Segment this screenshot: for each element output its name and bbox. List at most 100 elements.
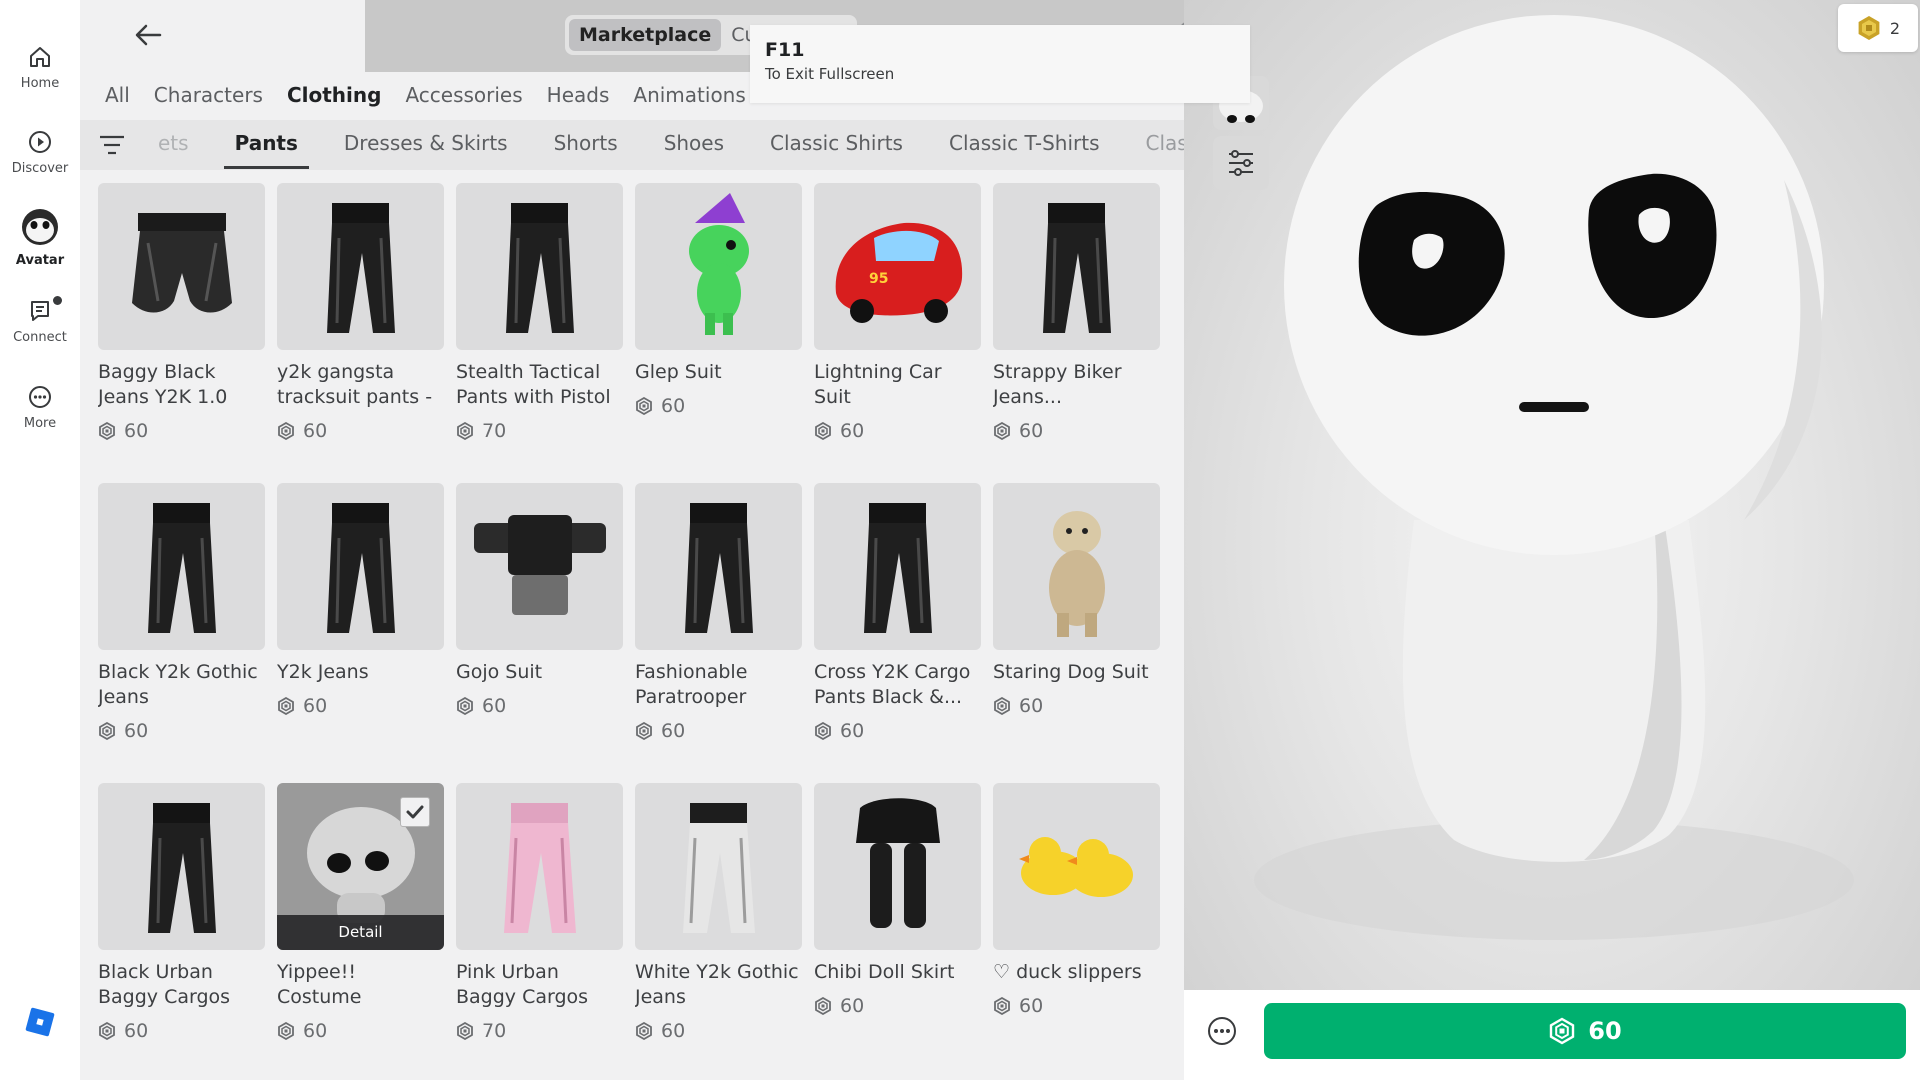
item-price-value: 60: [303, 420, 328, 442]
item-thumbnail[interactable]: [98, 783, 265, 950]
subtab-shoes[interactable]: Shoes: [641, 120, 747, 170]
item-thumbnail[interactable]: [635, 783, 802, 950]
item-name: Pink Urban Baggy Cargos: [456, 961, 589, 1008]
catalog-item[interactable]: ♡ duck slippers 60: [993, 783, 1160, 1080]
item-thumbnail[interactable]: Detail: [277, 783, 444, 950]
catalog-item[interactable]: Baggy Black Jeans Y2K 1.0 60: [98, 183, 265, 483]
item-name: White Y2k Gothic Jeans: [635, 961, 799, 1008]
nav-home[interactable]: Home: [0, 44, 80, 91]
catalog-item[interactable]: Strappy Biker Jeans... 60: [993, 183, 1160, 483]
subtab-jackets-partial[interactable]: ets: [143, 120, 212, 170]
catalog-item[interactable]: Y2k Jeans 60: [277, 483, 444, 783]
item-thumbnail[interactable]: [277, 483, 444, 650]
roblox-logo[interactable]: [24, 1006, 56, 1042]
nav-avatar[interactable]: Avatar: [0, 207, 80, 268]
ellipsis-icon: [1208, 1017, 1236, 1045]
catalog-item[interactable]: Stealth Tactical Pants with Pistol 70: [456, 183, 623, 483]
robux-icon: [457, 1022, 473, 1040]
arrow-left-icon: [135, 24, 162, 46]
back-button[interactable]: [128, 18, 168, 52]
nav-discover[interactable]: Discover: [0, 129, 80, 176]
catalog-item[interactable]: y2k gangsta tracksuit pants - 60: [277, 183, 444, 483]
item-thumbnail[interactable]: 95: [814, 183, 981, 350]
robux-icon: [278, 697, 294, 715]
catalog-item[interactable]: Black Urban Baggy Cargos 60: [98, 783, 265, 1080]
item-name: Fashionable Paratrooper: [635, 661, 748, 708]
nav-discover-label: Discover: [11, 161, 69, 176]
catalog-item[interactable]: Cross Y2K Cargo Pants Black &... 60: [814, 483, 981, 783]
robux-icon: [99, 722, 115, 740]
item-thumbnail[interactable]: [814, 483, 981, 650]
item-name: Cross Y2K Cargo Pants Black &...: [814, 661, 971, 708]
avatar-icon: [22, 209, 58, 245]
subtab-classic-pants-partial[interactable]: Classic Pa: [1123, 120, 1184, 170]
item-price: 70: [456, 420, 623, 442]
item-price-value: 60: [303, 1020, 328, 1042]
item-name: Stealth Tactical Pants with Pistol: [456, 361, 611, 408]
subtab-dresses-skirts[interactable]: Dresses & Skirts: [321, 120, 531, 170]
item-thumbnail[interactable]: [635, 183, 802, 350]
item-thumbnail[interactable]: [98, 183, 265, 350]
catalog-item[interactable]: Fashionable Paratrooper 60: [635, 483, 802, 783]
tab-all[interactable]: All: [93, 80, 142, 110]
subtab-pants[interactable]: Pants: [212, 120, 321, 170]
catalog-item[interactable]: Detail Yippee!! Costume 60: [277, 783, 444, 1080]
item-thumbnail[interactable]: [814, 783, 981, 950]
more-options-button[interactable]: [1204, 1013, 1240, 1049]
subcategory-bar: ets Pants Dresses & Skirts Shorts Shoes …: [80, 120, 1184, 170]
robux-balance[interactable]: 2: [1838, 4, 1918, 52]
item-name: Y2k Jeans: [277, 661, 369, 683]
robux-icon: [815, 997, 831, 1015]
avatar-preview[interactable]: [1184, 0, 1920, 990]
item-thumbnail[interactable]: [456, 783, 623, 950]
item-price: 60: [993, 420, 1160, 442]
back-area: [80, 0, 365, 72]
item-thumbnail[interactable]: [456, 183, 623, 350]
catalog-item[interactable]: Staring Dog Suit 60: [993, 483, 1160, 783]
nav-connect-label: Connect: [13, 330, 67, 345]
detail-button[interactable]: Detail: [277, 915, 444, 950]
catalog-panel: Marketplace Customize All Characters Clo…: [80, 0, 1208, 1080]
item-price: 60: [98, 720, 265, 742]
robux-icon: [278, 1022, 294, 1040]
tab-heads[interactable]: Heads: [535, 80, 622, 110]
catalog-item[interactable]: White Y2k Gothic Jeans 60: [635, 783, 802, 1080]
chat-icon: [31, 301, 49, 321]
catalog-item[interactable]: Black Y2k Gothic Jeans 60: [98, 483, 265, 783]
item-price-value: 60: [661, 1020, 686, 1042]
segment-marketplace[interactable]: Marketplace: [569, 19, 722, 51]
subtab-classic-tshirts[interactable]: Classic T-Shirts: [926, 120, 1123, 170]
tab-accessories[interactable]: Accessories: [393, 80, 534, 110]
tab-clothing[interactable]: Clothing: [275, 80, 393, 110]
catalog-item[interactable]: Chibi Doll Skirt 60: [814, 783, 981, 1080]
item-thumbnail[interactable]: [456, 483, 623, 650]
selected-check-icon[interactable]: [400, 797, 430, 827]
item-name: Yippee!! Costume: [277, 961, 362, 1008]
nav-connect[interactable]: Connect: [0, 296, 80, 345]
subtab-classic-shirts[interactable]: Classic Shirts: [747, 120, 926, 170]
subcategory-tabs: ets Pants Dresses & Skirts Shorts Shoes …: [143, 120, 1184, 170]
item-thumbnail[interactable]: [993, 183, 1160, 350]
buy-button[interactable]: 60: [1264, 1003, 1906, 1059]
subtab-shorts[interactable]: Shorts: [531, 120, 641, 170]
tab-characters[interactable]: Characters: [142, 80, 275, 110]
item-thumbnail-art: [474, 515, 606, 615]
catalog-item[interactable]: Gojo Suit 60: [456, 483, 623, 783]
item-price-value: 60: [840, 995, 865, 1017]
nav-home-label: Home: [20, 76, 60, 91]
catalog-item[interactable]: Pink Urban Baggy Cargos 70: [456, 783, 623, 1080]
item-thumbnail[interactable]: [993, 483, 1160, 650]
robux-icon: [636, 397, 652, 415]
item-thumbnail[interactable]: [635, 483, 802, 650]
item-price: 60: [635, 1020, 802, 1042]
tab-animations[interactable]: Animations: [621, 80, 757, 110]
filter-button[interactable]: [90, 125, 134, 165]
item-thumbnail[interactable]: [98, 483, 265, 650]
category-tabs: All Characters Clothing Accessories Head…: [93, 80, 758, 110]
item-thumbnail[interactable]: [993, 783, 1160, 950]
nav-more[interactable]: More: [0, 384, 80, 431]
item-thumbnail-art: [856, 798, 940, 928]
item-thumbnail[interactable]: [277, 183, 444, 350]
catalog-item[interactable]: 95 Lightning Car Suit 60: [814, 183, 981, 483]
catalog-item[interactable]: Glep Suit 60: [635, 183, 802, 483]
